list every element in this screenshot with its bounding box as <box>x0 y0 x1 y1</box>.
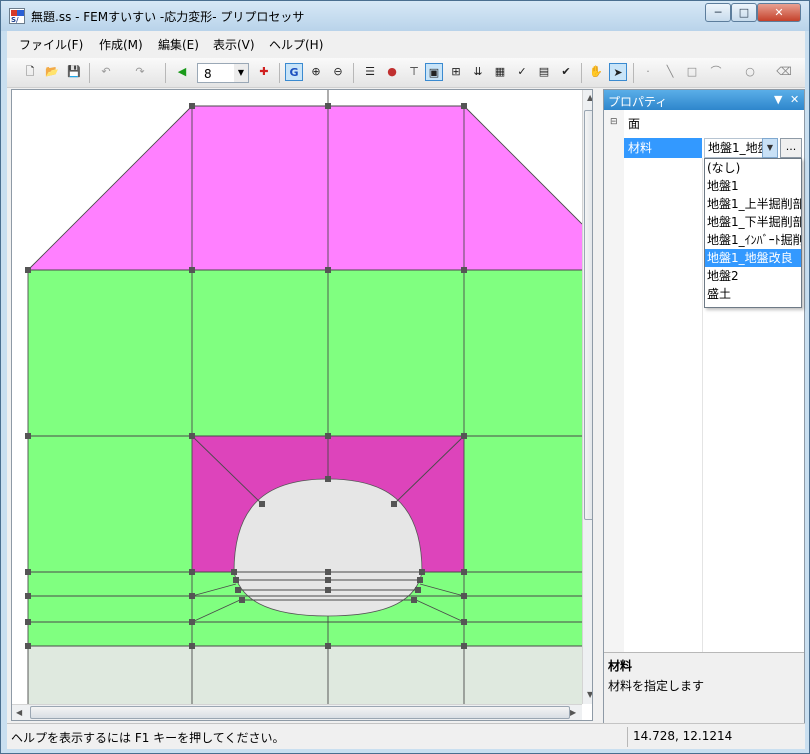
toolbar-separator <box>581 63 582 83</box>
close-button[interactable]: ✕ <box>757 3 801 22</box>
menu-create[interactable]: 作成(M) <box>99 36 143 53</box>
rectangle-icon[interactable]: □ <box>683 63 701 81</box>
scroll-left-icon[interactable]: ◀ <box>16 708 22 717</box>
material-dropdown-list: (なし) 地盤1 地盤1_上半掘削部 地盤1_下半掘削部 地盤1_ｲﾝﾊﾞｰﾄ掘… <box>704 158 802 308</box>
toolbar-separator <box>279 63 280 83</box>
property-panel-title: プロパティ <box>608 95 668 109</box>
property-name[interactable]: 材料 <box>624 138 702 158</box>
scroll-up-icon[interactable]: ▲ <box>587 93 592 102</box>
scroll-down-icon[interactable]: ▼ <box>587 690 592 699</box>
add-icon[interactable]: ✚ <box>255 63 273 81</box>
excavation-region <box>233 478 423 617</box>
ground2-region <box>28 646 582 704</box>
property-panel: プロパティ ▼ ✕ ⊟ 面 材料 地盤1_地盤改良 ▼ ... (なし) 地盤1… <box>603 89 805 749</box>
chevron-down-icon[interactable]: ▼ <box>234 64 248 82</box>
color-fill-icon[interactable]: ● <box>383 63 401 81</box>
property-panel-header[interactable]: プロパティ ▼ ✕ <box>604 90 804 110</box>
status-coordinates: 14.728, 12.1214 <box>633 729 733 743</box>
zoom-level-value: 8 <box>204 67 212 81</box>
undo-icon[interactable]: ↶ <box>97 63 115 81</box>
verify-icon[interactable]: ✔ <box>557 63 575 81</box>
dropdown-option[interactable]: 盛土 <box>705 285 801 303</box>
erase-icon[interactable]: ⌫ <box>775 63 793 81</box>
app-window: S/ 無題.ss - FEMすいすい -応力変形- プリプロセッサ ─ □ ✕ … <box>0 0 810 754</box>
window-title: 無題.ss - FEMすいすい -応力変形- プリプロセッサ <box>31 10 305 24</box>
drawing-canvas[interactable]: ▲ ▼ ◀ ▶ <box>11 89 593 721</box>
chevron-down-icon[interactable]: ▼ <box>774 93 782 106</box>
redo-icon[interactable]: ↷ <box>131 63 149 81</box>
description-text: 材料を指定します <box>608 679 705 693</box>
toolbar-separator <box>633 63 634 83</box>
dropdown-option[interactable]: 地盤1 <box>705 177 801 195</box>
collapse-icon[interactable]: ⊟ <box>610 117 618 127</box>
minimize-button[interactable]: ─ <box>705 3 731 22</box>
mesh-icon[interactable]: ▦ <box>491 63 509 81</box>
dropdown-option[interactable]: (なし) <box>705 159 801 177</box>
number-list-icon[interactable]: ☰ <box>361 63 379 81</box>
zoom-level-select[interactable]: 8 ▼ <box>197 63 249 83</box>
menu-edit[interactable]: 編集(E) <box>158 36 199 53</box>
dropdown-option[interactable]: 地盤2 <box>705 267 801 285</box>
pointer-icon[interactable]: ➤ <box>609 63 627 81</box>
scroll-right-icon[interactable]: ▶ <box>570 708 576 717</box>
maximize-button[interactable]: □ <box>731 3 757 22</box>
dropdown-option-selected[interactable]: 地盤1_地盤改良 <box>705 249 801 267</box>
menu-help[interactable]: ヘルプ(H) <box>269 36 323 53</box>
dropdown-option[interactable]: 地盤1_ｲﾝﾊﾞｰﾄ掘削部 <box>705 231 801 249</box>
chevron-down-icon[interactable]: ▼ <box>762 138 778 158</box>
category-label: 面 <box>628 117 641 131</box>
status-help-text: ヘルプを表示するには F1 キーを押してください。 <box>11 731 285 745</box>
toolbar-separator <box>165 63 166 83</box>
status-bar: ヘルプを表示するには F1 キーを押してください。 14.728, 12.121… <box>7 723 805 749</box>
circle-icon[interactable]: ○ <box>741 63 759 81</box>
dropdown-option[interactable]: 地盤1_下半掘削部 <box>705 213 801 231</box>
line-icon[interactable]: ╲ <box>661 63 679 81</box>
open-icon[interactable]: 📂 <box>43 63 61 81</box>
toolbar: 🗋 📂 💾 ↶ ↷ ◀ 8 ▼ ✚ G ⊕ ⊖ ☰ ● ⊤ ▣ ⊞ ⇊ ▦ ✓ … <box>7 58 805 88</box>
load-icon[interactable]: ⇊ <box>469 63 487 81</box>
point-icon[interactable]: · <box>639 63 657 81</box>
client-area: ファイル(F) 作成(M) 編集(E) 表示(V) ヘルプ(H) 🗋 📂 💾 ↶… <box>7 31 805 749</box>
arc-icon[interactable]: ⌒ <box>707 63 725 81</box>
menu-file[interactable]: ファイル(F) <box>19 36 83 53</box>
horizontal-scroll-thumb[interactable] <box>30 706 570 719</box>
table-icon[interactable]: ▤ <box>535 63 553 81</box>
title-bar[interactable]: S/ 無題.ss - FEMすいすい -応力変形- プリプロセッサ ─ □ ✕ <box>1 1 809 31</box>
element-number-icon[interactable]: ⊞ <box>447 63 465 81</box>
description-title: 材料 <box>608 659 633 673</box>
menu-bar: ファイル(F) 作成(M) 編集(E) 表示(V) ヘルプ(H) <box>7 31 805 57</box>
menu-view[interactable]: 表示(V) <box>213 36 255 53</box>
vertical-scroll-thumb[interactable] <box>584 110 592 520</box>
column-divider <box>702 158 703 652</box>
save-icon[interactable]: 💾 <box>65 63 83 81</box>
ellipsis-button[interactable]: ... <box>780 138 802 158</box>
dropdown-option[interactable]: 地盤1_上半掘削部 <box>705 195 801 213</box>
select-region-icon[interactable]: ▣ <box>425 63 443 81</box>
pan-hand-icon[interactable]: ✋ <box>587 63 605 81</box>
horizontal-scrollbar[interactable]: ◀ ▶ <box>12 704 582 720</box>
fem-model[interactable] <box>12 90 582 704</box>
close-icon[interactable]: ✕ <box>790 93 799 106</box>
app-icon[interactable]: S/ <box>9 8 25 24</box>
back-arrow-icon[interactable]: ◀ <box>173 63 191 81</box>
check-icon[interactable]: ✓ <box>513 63 531 81</box>
grid-gutter <box>604 110 624 652</box>
grid-snap-icon[interactable]: G <box>285 63 303 81</box>
zoom-in-icon[interactable]: ⊕ <box>307 63 325 81</box>
zoom-out-icon[interactable]: ⊖ <box>329 63 347 81</box>
node-number-icon[interactable]: ⊤ <box>405 63 423 81</box>
vertical-scrollbar[interactable]: ▲ ▼ <box>582 90 592 704</box>
status-separator <box>627 727 628 747</box>
toolbar-separator <box>353 63 354 83</box>
new-icon[interactable]: 🗋 <box>21 63 39 81</box>
toolbar-separator <box>89 63 90 83</box>
property-grid: ⊟ 面 材料 地盤1_地盤改良 ▼ ... (なし) 地盤1 地盤1_上半掘削部… <box>604 110 804 652</box>
